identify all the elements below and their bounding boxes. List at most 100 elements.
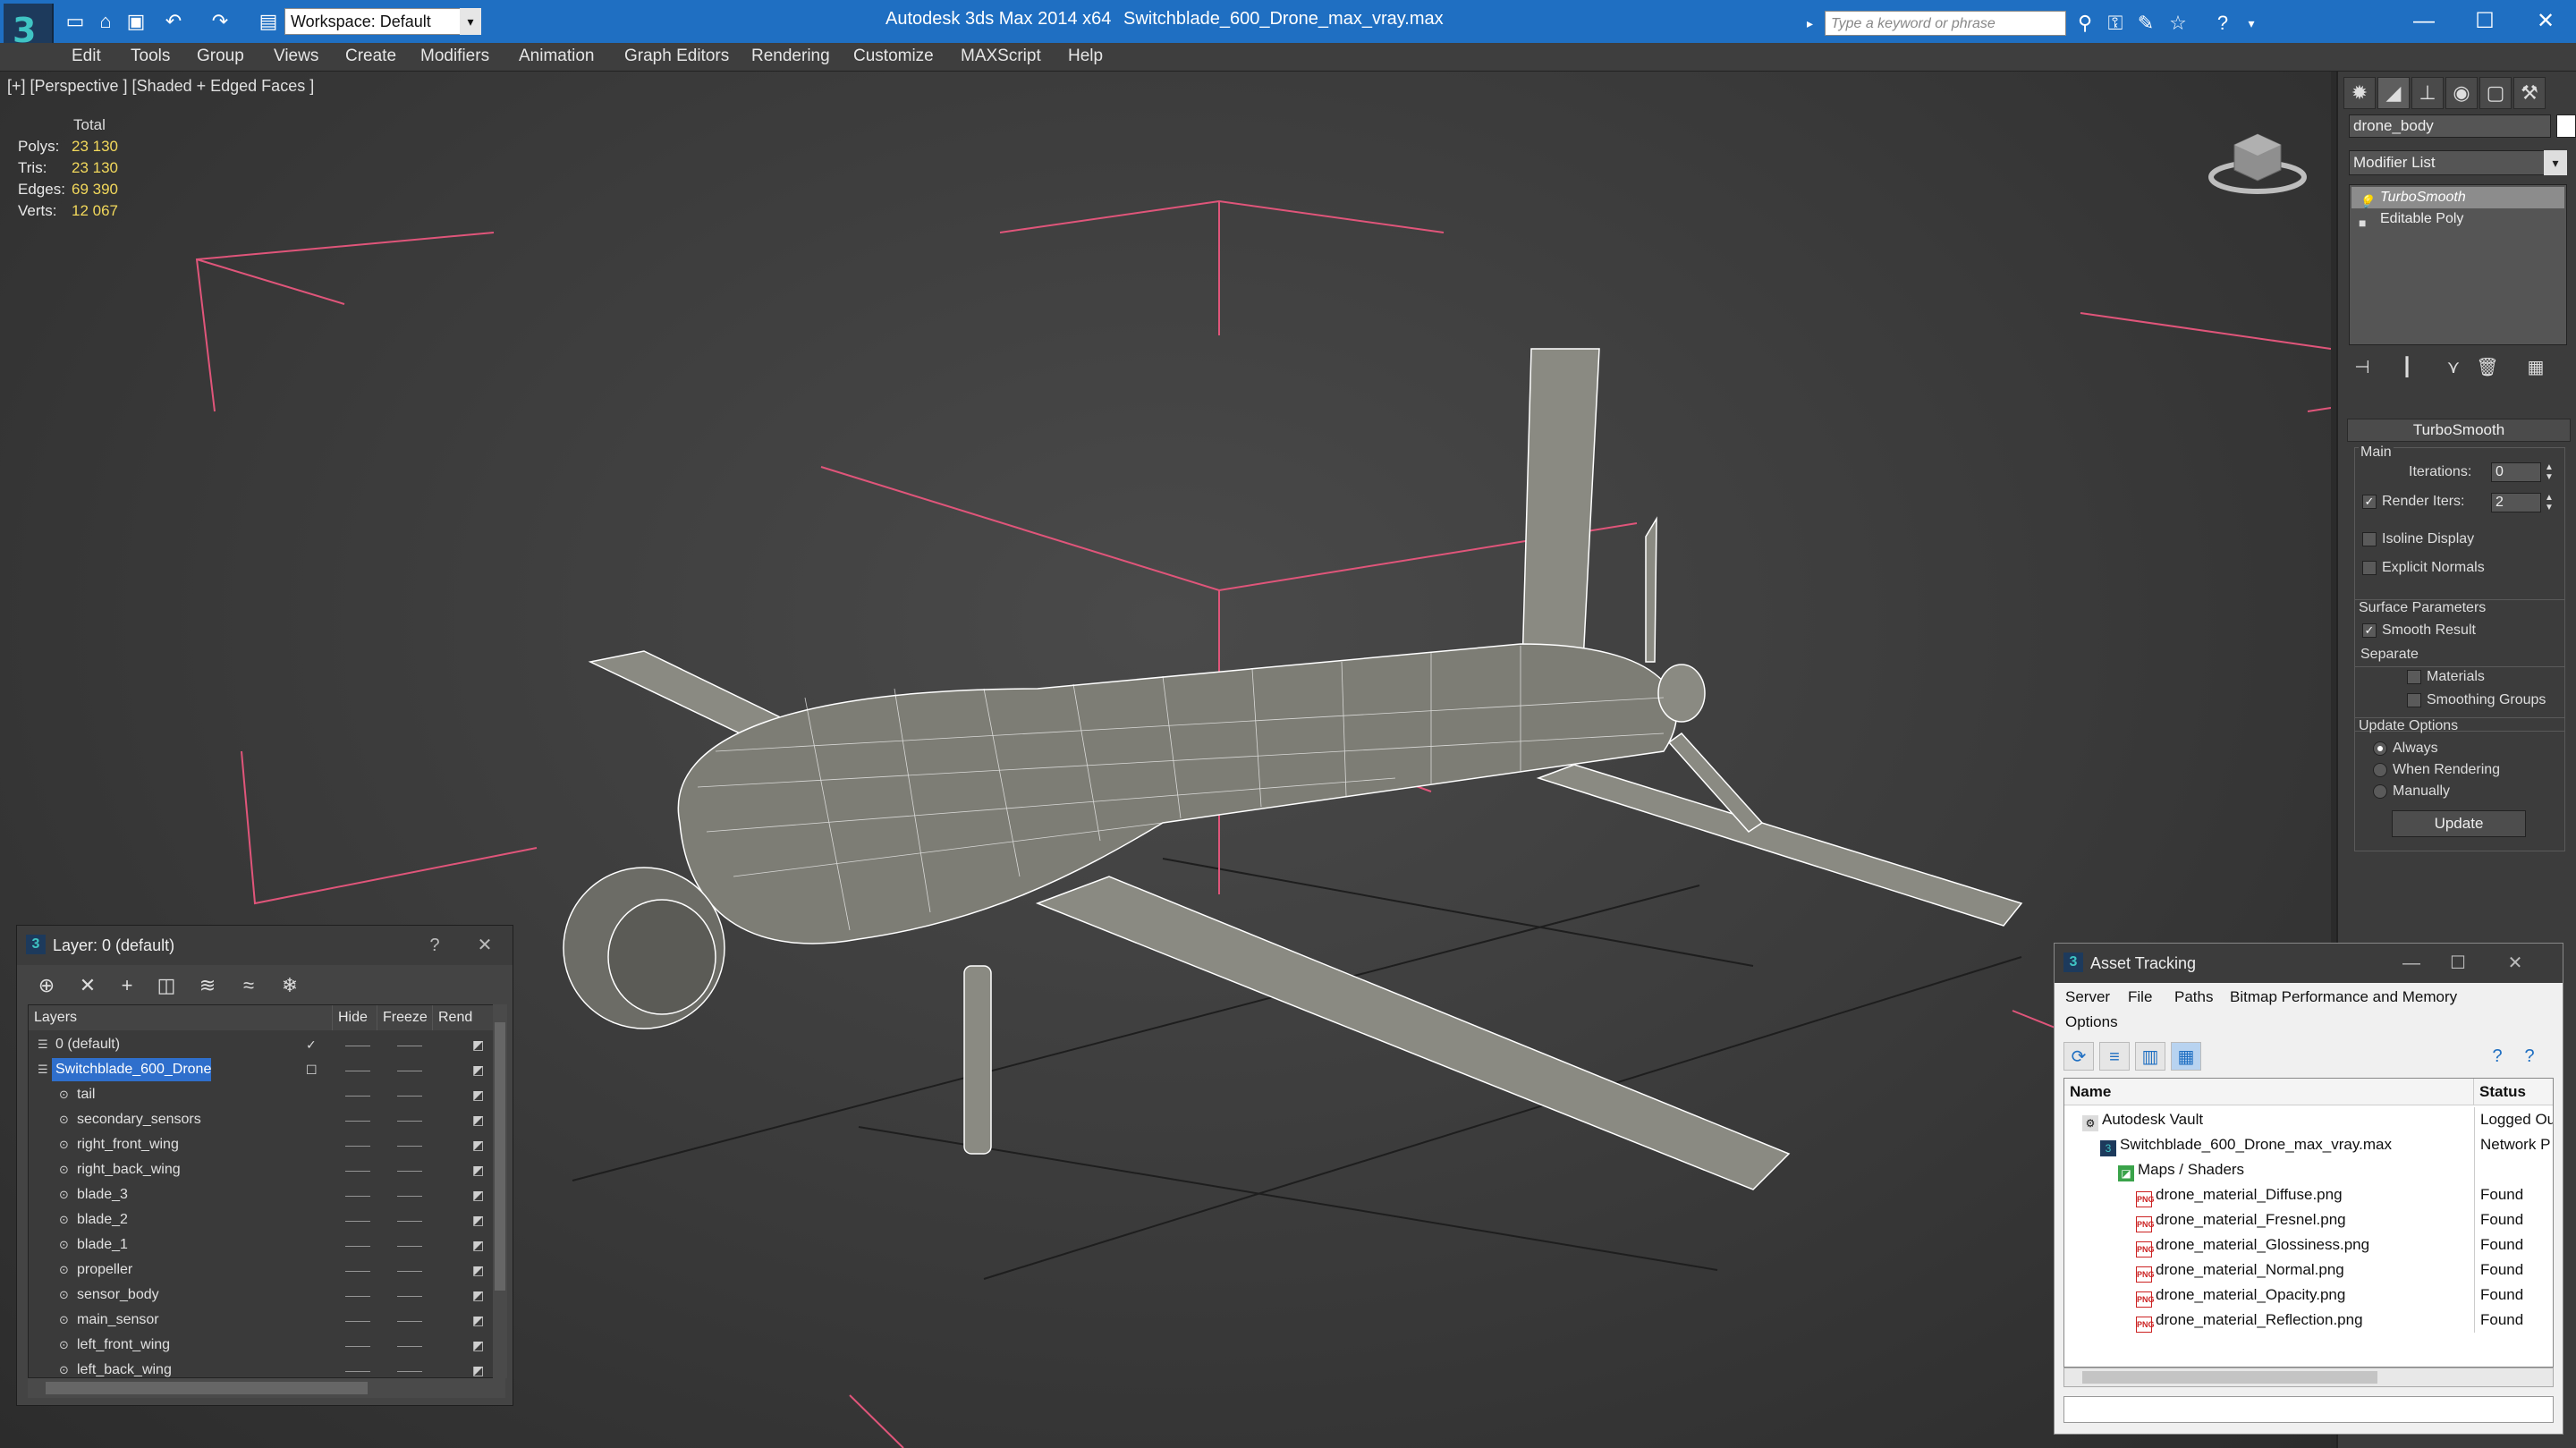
close-icon[interactable]: ✕ <box>471 933 498 958</box>
asset-row[interactable]: PNGdrone_material_Normal.png Found <box>2064 1257 2553 1283</box>
freeze-toggle[interactable]: —— <box>397 1057 422 1082</box>
render-toggle-icon[interactable]: ◩ <box>472 1283 484 1308</box>
show-end-result-icon[interactable]: ┃ <box>2394 356 2420 381</box>
hide-toggle[interactable]: —— <box>345 1283 370 1308</box>
asset-row[interactable]: ⚙ Autodesk Vault Logged Ou <box>2064 1107 2553 1132</box>
freeze-toggle[interactable]: —— <box>397 1107 422 1132</box>
update-button[interactable]: Update <box>2392 810 2526 837</box>
layer-row[interactable]: ⊙ left_front_wing —— —— ◩ <box>29 1333 494 1358</box>
col-hide[interactable]: Hide <box>333 1005 377 1030</box>
render-toggle-icon[interactable]: ◩ <box>472 1132 484 1157</box>
close-icon[interactable]: ✕ <box>2519 5 2572 38</box>
subscription-icon[interactable]: ⚿ <box>2102 11 2129 36</box>
favorites-star-icon[interactable]: ☆ <box>2165 11 2191 36</box>
hide-all-layers-icon[interactable]: ≈ <box>233 970 264 1001</box>
table-view-icon[interactable]: ▥ <box>2135 1042 2165 1071</box>
freeze-toggle[interactable]: —— <box>397 1157 422 1182</box>
modifier-list-dropdown[interactable]: Modifier List <box>2349 150 2567 175</box>
layer-row[interactable]: ⊙ sensor_body —— —— ◩ <box>29 1283 494 1308</box>
render-toggle-icon[interactable]: ◩ <box>472 1207 484 1232</box>
hide-toggle[interactable]: —— <box>345 1082 370 1107</box>
render-toggle-icon[interactable]: ◩ <box>472 1333 484 1358</box>
layer-row[interactable]: ⊙ right_back_wing —— —— ◩ <box>29 1157 494 1182</box>
hide-toggle[interactable]: —— <box>345 1182 370 1207</box>
hierarchy-tab-icon[interactable]: ⊥ <box>2411 77 2444 109</box>
open-file-icon[interactable]: ⌂ <box>93 9 118 34</box>
undo-icon[interactable]: ↶ <box>161 9 186 34</box>
layer-row[interactable]: ☰ 0 (default) ✓ —— —— ◩ <box>29 1032 494 1057</box>
col-status[interactable]: Status <box>2474 1079 2553 1105</box>
menu-rendering[interactable]: Rendering <box>751 47 830 66</box>
render-toggle-icon[interactable]: ◩ <box>472 1107 484 1132</box>
stack-item-turbosmooth[interactable]: 💡 TurboSmooth <box>2351 187 2564 208</box>
layer-row[interactable]: ⊙ tail —— —— ◩ <box>29 1082 494 1107</box>
menu-modifiers[interactable]: Modifiers <box>420 47 489 66</box>
materials-checkbox[interactable] <box>2407 670 2421 684</box>
asset-row[interactable]: PNGdrone_material_Opacity.png Found <box>2064 1283 2553 1308</box>
smoothing-groups-checkbox[interactable] <box>2407 693 2421 707</box>
grid-view-icon[interactable]: ▦ <box>2171 1042 2201 1071</box>
minimize-icon[interactable]: — <box>2398 951 2425 976</box>
asset-row[interactable]: PNGdrone_material_Fresnel.png Found <box>2064 1207 2553 1232</box>
freeze-toggle[interactable]: —— <box>397 1358 422 1377</box>
layer-row[interactable]: ⊙ blade_1 —— —— ◩ <box>29 1232 494 1257</box>
add-to-layer-icon[interactable]: + <box>112 970 142 1001</box>
delete-layer-icon[interactable]: ✕ <box>72 970 103 1001</box>
explicit-normals-checkbox[interactable] <box>2362 561 2377 575</box>
motion-tab-icon[interactable]: ◉ <box>2445 77 2478 109</box>
menu-animation[interactable]: Animation <box>519 47 595 66</box>
freeze-toggle[interactable]: —— <box>397 1082 422 1107</box>
layer-row[interactable]: ⊙ right_front_wing —— —— ◩ <box>29 1132 494 1157</box>
object-color-swatch[interactable] <box>2556 114 2576 138</box>
new-file-icon[interactable]: ▭ <box>63 9 88 34</box>
render-toggle-icon[interactable]: ◩ <box>472 1182 484 1207</box>
help-icon[interactable]: ? <box>421 933 448 958</box>
smooth-result-checkbox[interactable]: ✓ <box>2362 623 2377 638</box>
hide-toggle[interactable]: —— <box>345 1032 370 1057</box>
render-toggle-icon[interactable]: ◩ <box>472 1157 484 1182</box>
list-view-icon[interactable]: ≡ <box>2099 1042 2130 1071</box>
layer-horizontal-scrollbar[interactable] <box>28 1378 505 1398</box>
viewport-label[interactable]: [+] [Perspective ] [Shaded + Edged Faces… <box>7 77 314 96</box>
modify-tab-icon[interactable]: ◢ <box>2377 77 2410 109</box>
select-objects-icon[interactable]: ◫ <box>151 970 182 1001</box>
create-tab-icon[interactable]: ✹ <box>2343 77 2376 109</box>
freeze-toggle[interactable]: —— <box>397 1032 422 1057</box>
maximize-icon[interactable]: ☐ <box>2458 5 2512 38</box>
turbosmooth-rollout-header[interactable]: TurboSmooth <box>2347 419 2571 442</box>
asset-row[interactable]: ◪ Maps / Shaders <box>2064 1157 2553 1182</box>
layer-row[interactable]: ⊙ main_sensor —— —— ◩ <box>29 1308 494 1333</box>
stack-item-editable-poly[interactable]: ■ Editable Poly <box>2351 208 2564 230</box>
viewcube-icon[interactable] <box>2207 118 2308 199</box>
isoline-display-checkbox[interactable] <box>2362 532 2377 546</box>
communication-icon[interactable]: ✎ <box>2132 11 2159 36</box>
iterations-spinner[interactable]: 0 <box>2491 462 2541 482</box>
freeze-toggle[interactable]: —— <box>397 1283 422 1308</box>
asset-menu-bitmap-performance[interactable]: Bitmap Performance and Memory <box>2230 988 2457 1006</box>
hide-toggle[interactable]: —— <box>345 1358 370 1377</box>
render-toggle-icon[interactable]: ◩ <box>472 1257 484 1283</box>
freeze-toggle[interactable]: —— <box>397 1132 422 1157</box>
freeze-toggle[interactable]: —— <box>397 1308 422 1333</box>
search-expand-icon[interactable]: ▸ <box>1807 11 1825 36</box>
hide-toggle[interactable]: —— <box>345 1107 370 1132</box>
menu-edit[interactable]: Edit <box>72 47 101 66</box>
render-toggle-icon[interactable]: ◩ <box>472 1308 484 1333</box>
asset-row[interactable]: PNGdrone_material_Glossiness.png Found <box>2064 1232 2553 1257</box>
freeze-toggle[interactable]: —— <box>397 1333 422 1358</box>
menu-graph-editors[interactable]: Graph Editors <box>624 47 729 66</box>
render-toggle-icon[interactable]: ◩ <box>472 1032 484 1057</box>
help-icon[interactable]: ? <box>2209 11 2236 36</box>
help-dropdown-icon[interactable]: ▾ <box>2238 11 2265 36</box>
hide-toggle[interactable]: —— <box>345 1232 370 1257</box>
asset-dialog-title-bar[interactable]: 3 Asset Tracking <box>2055 944 2563 983</box>
freeze-toggle[interactable]: —— <box>397 1257 422 1283</box>
project-folder-icon[interactable]: ▤ <box>256 9 281 34</box>
asset-horizontal-scrollbar[interactable] <box>2063 1368 2554 1387</box>
render-iters-checkbox[interactable]: ✓ <box>2362 495 2377 509</box>
layer-row[interactable]: ⊙ secondary_sensors —— —— ◩ <box>29 1107 494 1132</box>
asset-row[interactable]: PNGdrone_material_Diffuse.png Found <box>2064 1182 2553 1207</box>
quick-access-dropdown-icon[interactable]: ▾ <box>460 8 481 35</box>
asset-row[interactable]: PNGdrone_material_Reflection.png Found <box>2064 1308 2553 1333</box>
layer-row[interactable]: ⊙ left_back_wing —— —— ◩ <box>29 1358 494 1377</box>
